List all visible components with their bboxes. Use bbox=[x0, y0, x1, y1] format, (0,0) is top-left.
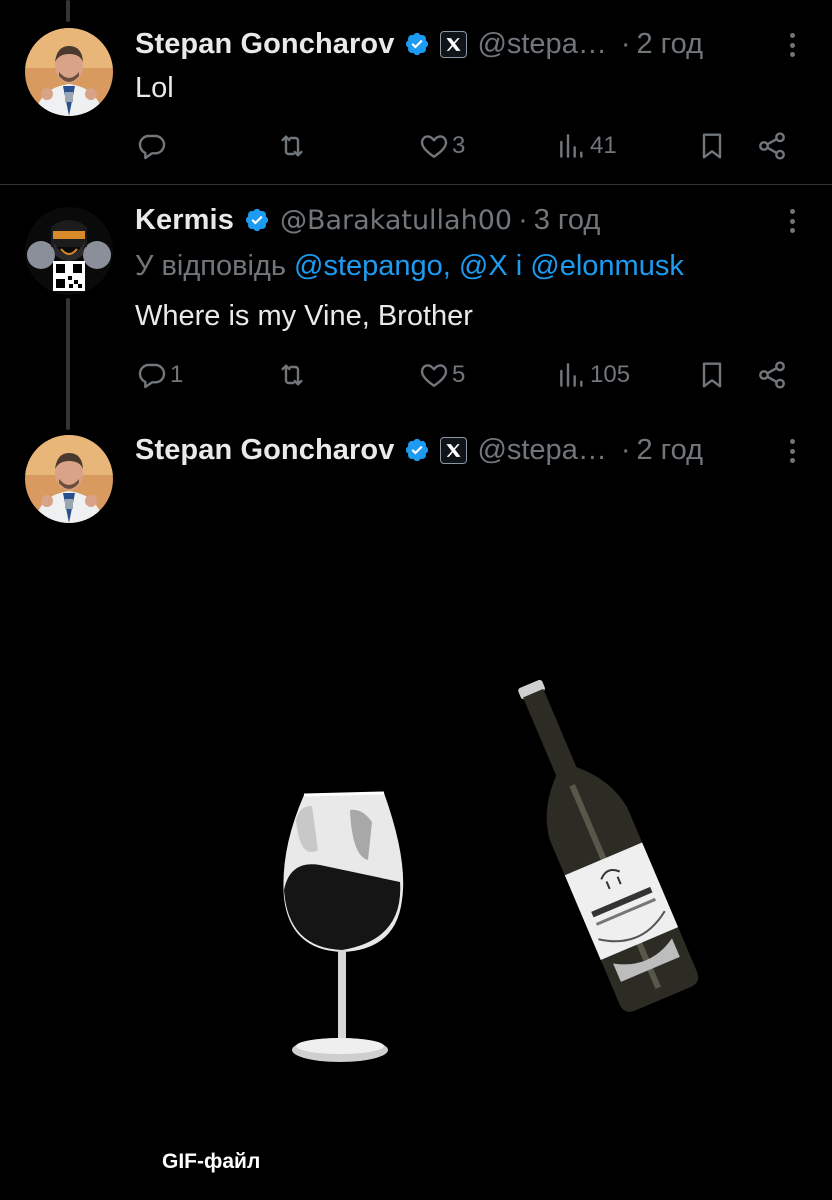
views-count: 105 bbox=[590, 361, 631, 388]
views-icon bbox=[560, 363, 583, 387]
tweet-text: Where is my Vine, Brother bbox=[135, 300, 473, 332]
tweet-stepan-1[interactable]: Stepan Goncharov @stepa… · 2 год Lol 3 4… bbox=[0, 0, 832, 185]
like-button[interactable]: 5 bbox=[418, 355, 465, 395]
gif-media[interactable] bbox=[0, 560, 832, 1120]
verified-badge-icon bbox=[406, 438, 429, 462]
share-button[interactable] bbox=[756, 126, 788, 166]
reply-mentions[interactable]: @stepango, @X bbox=[294, 250, 508, 282]
wine-glass-image bbox=[283, 791, 404, 1062]
author-handle[interactable]: @stepa… bbox=[477, 28, 606, 61]
author-handle[interactable]: @Barakatullah00 bbox=[280, 205, 512, 236]
like-button[interactable]: 3 bbox=[418, 126, 465, 166]
views-count: 41 bbox=[590, 132, 617, 159]
timestamp[interactable]: 2 год bbox=[637, 434, 704, 467]
views-button[interactable]: 41 bbox=[556, 126, 617, 166]
views-icon bbox=[560, 134, 583, 158]
reply-icon bbox=[138, 363, 166, 389]
bookmark-button[interactable] bbox=[696, 355, 728, 395]
reply-count: 1 bbox=[170, 361, 184, 388]
more-vertical-icon[interactable] bbox=[782, 30, 802, 60]
wine-bottle-image bbox=[518, 679, 699, 1012]
reply-button[interactable] bbox=[136, 126, 170, 166]
tweet-header: Stepan Goncharov @stepa… · 2 год bbox=[135, 432, 802, 468]
separator-dot: · bbox=[620, 433, 631, 466]
verified-badge-icon bbox=[245, 208, 269, 232]
heart-icon bbox=[420, 364, 448, 387]
bookmark-icon bbox=[702, 362, 722, 388]
avatar-stepan[interactable] bbox=[25, 435, 113, 523]
separator-dot: · bbox=[620, 27, 631, 60]
author-name[interactable]: Stepan Goncharov bbox=[135, 434, 394, 467]
reply-button[interactable]: 1 bbox=[136, 355, 183, 395]
author-name[interactable]: Stepan Goncharov bbox=[135, 28, 394, 61]
repost-button[interactable] bbox=[276, 355, 310, 395]
share-button[interactable] bbox=[756, 355, 788, 395]
share-icon bbox=[759, 361, 785, 389]
reply-icon bbox=[138, 134, 166, 160]
more-vertical-icon[interactable] bbox=[782, 206, 802, 236]
verified-badge-icon bbox=[406, 32, 429, 56]
like-count: 3 bbox=[452, 132, 466, 159]
timestamp[interactable]: 3 год bbox=[534, 204, 601, 237]
x-affiliate-icon[interactable] bbox=[440, 436, 468, 464]
heart-icon bbox=[420, 135, 448, 158]
tweet-text: Lol bbox=[135, 72, 174, 104]
repost-icon bbox=[281, 364, 303, 386]
repost-icon bbox=[281, 135, 303, 157]
bookmark-icon bbox=[702, 133, 722, 159]
x-affiliate-icon[interactable] bbox=[440, 30, 468, 58]
reply-joiner: i bbox=[515, 250, 523, 282]
separator-dot: · bbox=[518, 203, 528, 236]
more-vertical-icon[interactable] bbox=[782, 436, 802, 466]
tweet-actions: 3 41 bbox=[136, 126, 792, 166]
author-name[interactable]: Kermis bbox=[135, 204, 234, 237]
reply-prefix: У відповідь bbox=[135, 250, 286, 282]
like-count: 5 bbox=[452, 361, 466, 388]
tweet-actions: 1 5 105 bbox=[136, 355, 792, 395]
reply-mention-last[interactable]: @elonmusk bbox=[530, 250, 684, 282]
views-button[interactable]: 105 bbox=[556, 355, 630, 395]
bookmark-button[interactable] bbox=[696, 126, 728, 166]
avatar-stepan[interactable] bbox=[25, 28, 113, 116]
timestamp[interactable]: 2 год bbox=[637, 28, 704, 61]
avatar-kermis[interactable] bbox=[25, 207, 113, 295]
reply-context: У відповідь @stepango, @X i @elonmusk bbox=[135, 249, 684, 283]
repost-button[interactable] bbox=[276, 126, 310, 166]
tweet-header: Stepan Goncharov @stepa… · 2 год bbox=[135, 26, 802, 62]
gif-badge: GIF-файл bbox=[162, 1150, 261, 1173]
tweet-header: Kermis @Barakatullah00 · 3 год bbox=[135, 202, 802, 238]
share-icon bbox=[759, 132, 785, 160]
author-handle[interactable]: @stepa… bbox=[477, 434, 606, 467]
tweet-kermis[interactable]: Kermis @Barakatullah00 · 3 год У відпові… bbox=[0, 185, 832, 415]
